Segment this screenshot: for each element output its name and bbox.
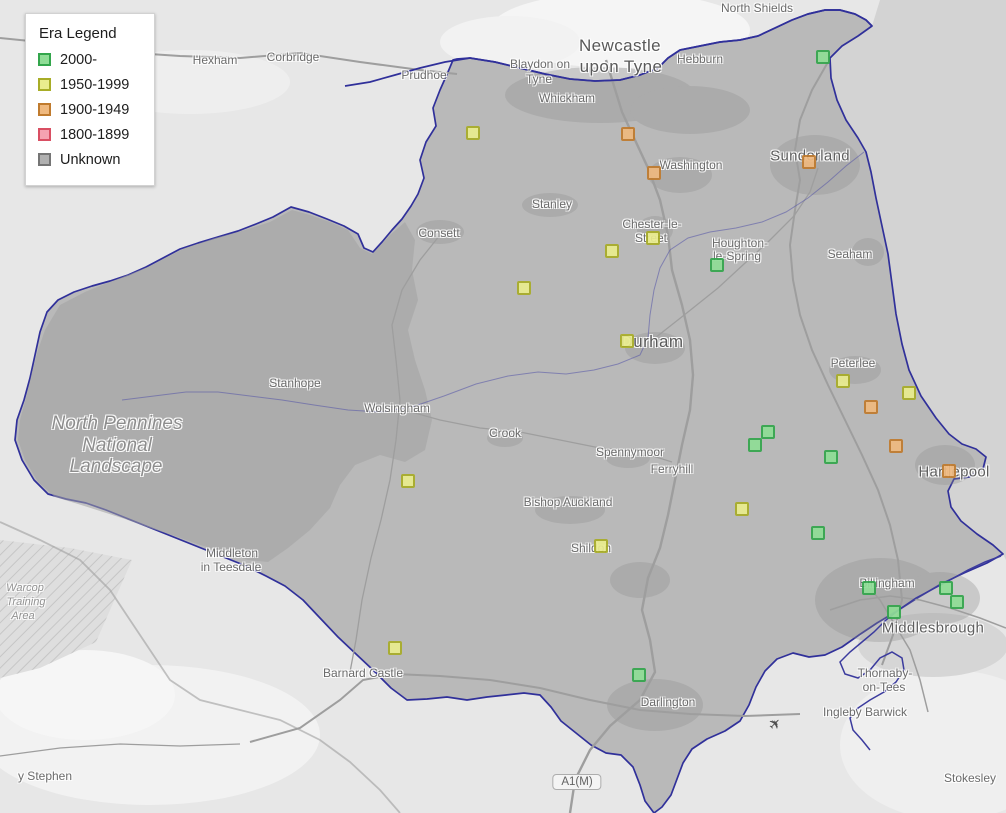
label-in-teesdale: in Teesdale <box>200 560 262 574</box>
era-marker[interactable] <box>621 127 635 141</box>
era-marker[interactable] <box>889 439 903 453</box>
label-darlington: Darlington <box>640 695 696 709</box>
era-marker[interactable] <box>836 374 850 388</box>
legend-row: Unknown <box>38 150 154 169</box>
era-marker[interactable] <box>862 581 876 595</box>
era-marker[interactable] <box>466 126 480 140</box>
legend-swatch-icon <box>38 53 51 66</box>
legend-label: 1900-1949 <box>60 101 130 118</box>
label-stanhope: Stanhope <box>269 376 321 390</box>
map-canvas[interactable]: Hexham Corbridge Prudhoe North Shields Newca… <box>0 0 1006 813</box>
label-barnard-castle: Barnard Castle <box>322 666 404 680</box>
era-marker[interactable] <box>811 526 825 540</box>
era-marker[interactable] <box>887 605 901 619</box>
era-marker[interactable] <box>647 166 661 180</box>
label-crook: Crook <box>488 426 522 440</box>
era-marker[interactable] <box>816 50 830 64</box>
era-marker[interactable] <box>942 464 956 478</box>
label-blaydon-on: Blaydon on <box>509 57 571 71</box>
legend-row: 1800-1899 <box>38 125 154 144</box>
legend-swatch-icon <box>38 128 51 141</box>
label-thornaby: Thornaby- <box>857 666 913 680</box>
era-marker[interactable] <box>902 386 916 400</box>
legend-items: 2000- 1950-1999 1900-1949 1800-1899 Unknown <box>38 50 154 169</box>
label-landscape: Landscape <box>69 456 163 477</box>
era-marker[interactable] <box>594 539 608 553</box>
label-middleton: Middleton <box>205 546 259 560</box>
label-a1-m: A1(M) <box>552 774 602 790</box>
label-consett: Consett <box>418 226 460 240</box>
legend-swatch-icon <box>38 153 51 166</box>
label-houghton: Houghton- <box>711 236 769 250</box>
era-marker[interactable] <box>605 244 619 258</box>
label-bishop-auckland: Bishop Auckland <box>523 495 613 509</box>
label-area: Area <box>11 610 35 622</box>
legend-row: 2000- <box>38 50 154 69</box>
era-marker[interactable] <box>802 155 816 169</box>
label-stanley: Stanley <box>531 197 573 211</box>
label-ingleby-barwick: Ingleby Barwick <box>822 705 908 719</box>
label-whickham: Whickham <box>538 91 596 105</box>
era-legend-panel: Era Legend 2000- 1950-1999 1900-1949 1800-1… <box>25 13 155 186</box>
label-peterlee: Peterlee <box>830 356 876 370</box>
era-marker[interactable] <box>761 425 775 439</box>
label-hexham: Hexham <box>192 53 238 67</box>
era-marker[interactable] <box>710 258 724 272</box>
era-marker[interactable] <box>388 641 402 655</box>
legend-label: 2000- <box>60 51 98 68</box>
label-chester-le: Chester-le- <box>622 217 682 231</box>
label-spennymoor: Spennymoor <box>595 445 665 459</box>
legend-swatch-icon <box>38 78 51 91</box>
legend-swatch-icon <box>38 103 51 116</box>
era-marker[interactable] <box>735 502 749 516</box>
label-national: National <box>82 435 152 456</box>
label-training: Training <box>6 596 46 608</box>
label-warcop: Warcop <box>6 582 44 594</box>
label-north-shields: North Shields <box>720 1 794 15</box>
label-newcastle: Newcastle <box>578 36 662 55</box>
legend-label: 1950-1999 <box>60 76 130 93</box>
era-marker[interactable] <box>620 334 634 348</box>
legend-label: 1800-1899 <box>60 126 130 143</box>
label-middlesbrough: Middlesbrough <box>881 619 985 637</box>
label-upon-tyne: upon Tyne <box>579 57 663 76</box>
label-north-pennines: North Pennines <box>51 413 183 434</box>
label-corbridge: Corbridge <box>266 50 320 64</box>
label-tyne: Tyne <box>525 72 553 86</box>
label-washington: Washington <box>659 158 723 172</box>
era-marker[interactable] <box>632 668 646 682</box>
label-y-stephen: y Stephen <box>17 769 73 783</box>
era-marker[interactable] <box>939 581 953 595</box>
label-hebburn: Hebburn <box>676 52 724 66</box>
era-marker[interactable] <box>950 595 964 609</box>
legend-title: Era Legend <box>39 25 117 42</box>
era-marker[interactable] <box>824 450 838 464</box>
era-marker[interactable] <box>748 438 762 452</box>
label-prudhoe: Prudhoe <box>401 68 447 82</box>
legend-row: 1950-1999 <box>38 75 154 94</box>
era-marker[interactable] <box>646 231 660 245</box>
era-marker[interactable] <box>517 281 531 295</box>
label-ferryhill: Ferryhill <box>650 462 694 476</box>
label-wolsingham: Wolsingham <box>364 401 430 415</box>
legend-label: Unknown <box>60 151 121 168</box>
legend-row: 1900-1949 <box>38 100 154 119</box>
label-seaham: Seaham <box>827 247 873 261</box>
era-marker[interactable] <box>864 400 878 414</box>
era-marker[interactable] <box>401 474 415 488</box>
label-stokesley: Stokesley <box>943 771 997 785</box>
label-on-tees: on-Tees <box>862 680 906 694</box>
